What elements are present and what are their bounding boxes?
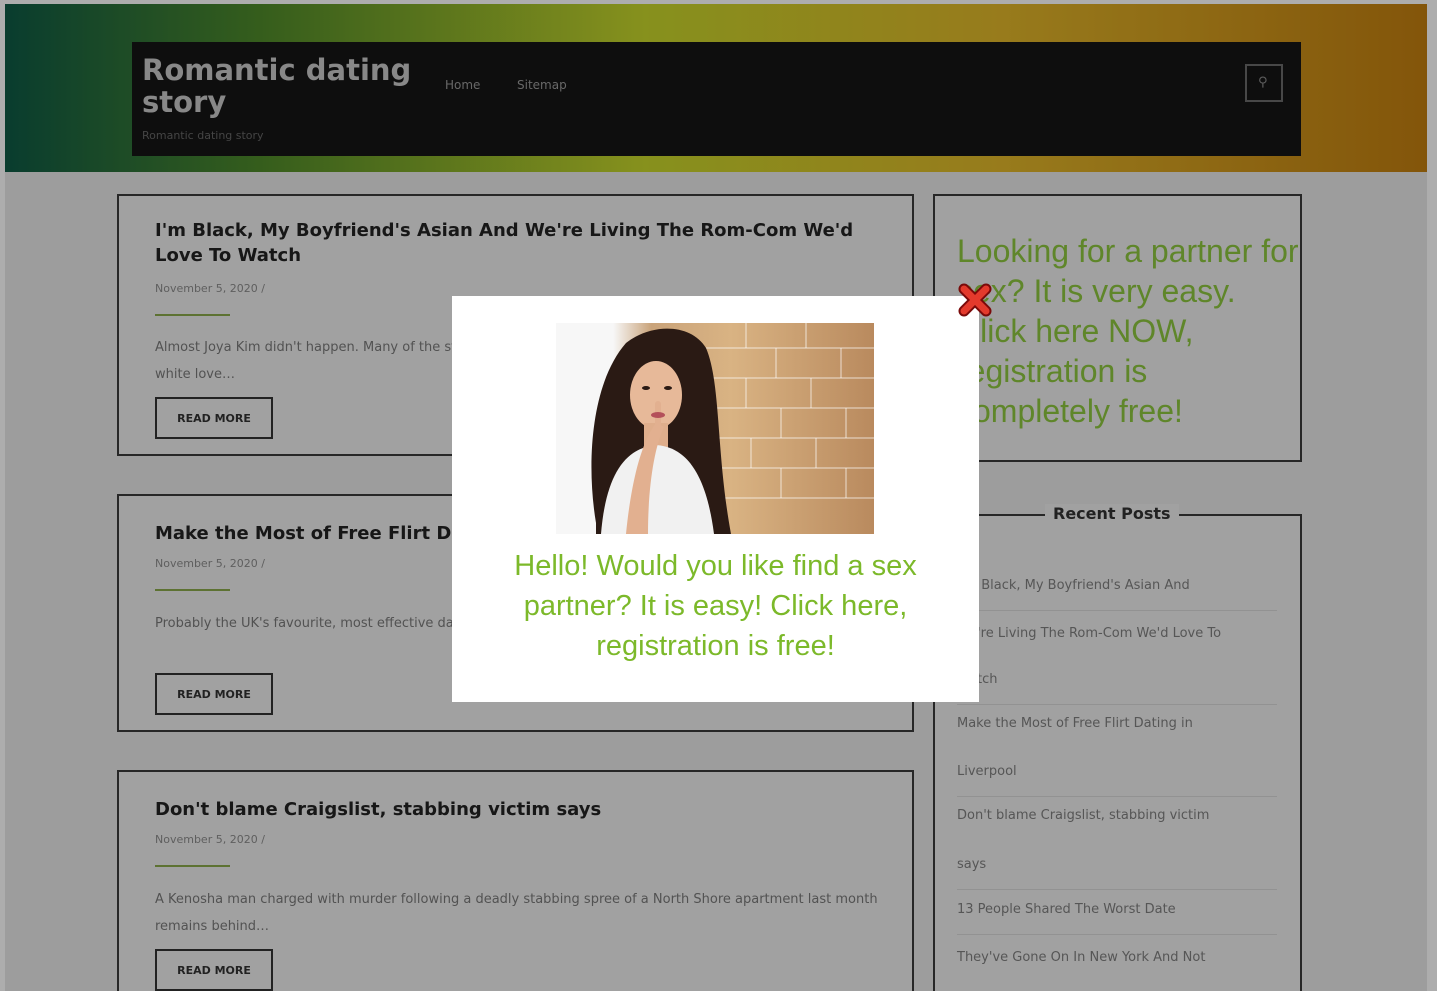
- close-icon[interactable]: [955, 280, 995, 320]
- popup-message[interactable]: Hello! Would you like find a sex partner…: [472, 546, 959, 666]
- popup-modal[interactable]: Hello! Would you like find a sex partner…: [452, 296, 979, 702]
- photo-illustration: [591, 323, 874, 534]
- woman-photo[interactable]: [556, 323, 874, 534]
